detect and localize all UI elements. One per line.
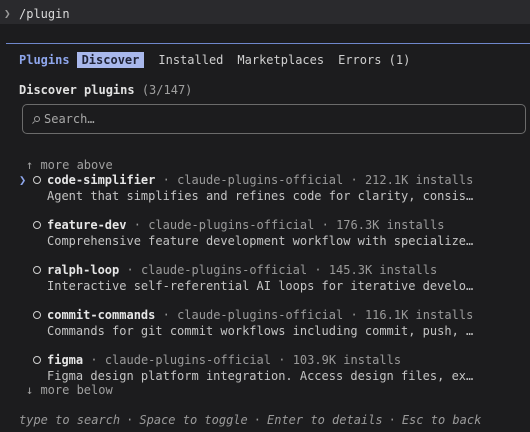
result-count: (3/147)	[141, 83, 193, 97]
plugin-name: figma	[47, 353, 84, 367]
command-bar[interactable]: ❯ /plugin	[0, 0, 530, 24]
plugin-installs: 145.3K installs	[328, 263, 438, 277]
more-below-indicator: ↓ more below	[26, 383, 113, 397]
separator: ·	[162, 308, 170, 322]
separator: ·	[388, 413, 396, 427]
separator: ·	[126, 263, 134, 277]
separator: ·	[162, 173, 170, 187]
section-title: Discover plugins	[19, 83, 135, 97]
hint-toggle: Space to toggle	[139, 413, 248, 427]
plugin-description: Comprehensive feature development workfl…	[47, 234, 475, 248]
hint-search: type to search	[19, 413, 121, 427]
hint-details: Enter to details	[267, 413, 383, 427]
plugin-item[interactable]: ❯ code-simplifier · claude-plugins-offic…	[0, 173, 530, 205]
plugin-name: ralph-loop	[47, 263, 120, 277]
plugin-installs: 212.1K installs	[364, 173, 474, 187]
separator: ·	[133, 218, 141, 232]
plugin-installs: 176.3K installs	[336, 218, 445, 232]
plugin-installs: 116.1K installs	[364, 308, 474, 322]
panel-title: Plugins	[19, 53, 70, 67]
plugin-marketplace: claude-plugins-official	[177, 173, 344, 187]
plugin-marketplace: claude-plugins-official	[177, 308, 344, 322]
tab-installed[interactable]: Installed	[158, 52, 223, 68]
plugin-description: Figma design platform integration. Acces…	[47, 369, 475, 383]
section-heading: Discover plugins (3/147)	[19, 82, 192, 98]
toggle-radio-icon[interactable]	[33, 266, 41, 274]
prompt-chevron-icon: ❯	[4, 7, 11, 20]
keyboard-hints: type to search · Space to toggle · Enter to …	[19, 413, 481, 427]
toggle-radio-icon[interactable]	[33, 311, 41, 319]
separator: ·	[90, 353, 98, 367]
search-placeholder: Search…	[44, 112, 95, 126]
plugin-item[interactable]: feature-dev · claude-plugins-official · …	[0, 218, 530, 250]
plugin-marketplace: claude-plugins-official	[140, 263, 308, 277]
separator: ·	[350, 173, 358, 187]
tab-errors[interactable]: Errors (1)	[338, 52, 410, 68]
plugin-marketplace: claude-plugins-official	[104, 353, 271, 367]
command-text: /plugin	[19, 7, 70, 21]
separator: ·	[126, 413, 134, 427]
toggle-radio-icon[interactable]	[33, 176, 41, 184]
toggle-radio-icon[interactable]	[33, 221, 41, 229]
more-above-indicator: ↑ more above	[26, 158, 113, 172]
plugin-name: feature-dev	[47, 218, 127, 232]
tab-discover[interactable]: Discover	[76, 52, 145, 68]
separator: ·	[278, 353, 286, 367]
plugin-item[interactable]: ralph-loop · claude-plugins-official · 1…	[0, 263, 530, 295]
plugin-description: Agent that simplifies and refines code f…	[47, 189, 475, 203]
toggle-radio-icon[interactable]	[33, 356, 41, 364]
plugin-name: code-simplifier	[47, 173, 156, 187]
plugin-name: commit-commands	[47, 308, 156, 322]
plugin-description: Commands for git commit workflows includ…	[47, 324, 475, 338]
plugin-item[interactable]: figma · claude-plugins-official · 103.9K…	[0, 353, 530, 385]
separator: ·	[350, 308, 358, 322]
separator: ·	[314, 263, 322, 277]
search-icon	[32, 115, 40, 124]
plugin-description: Interactive self-referential AI loops fo…	[47, 279, 475, 293]
plugin-installs: 103.9K installs	[292, 353, 402, 367]
panel-divider	[6, 43, 530, 44]
hint-back: Esc to back	[401, 413, 482, 427]
tab-bar: Plugins Discover Installed Marketplaces …	[19, 52, 424, 68]
separator: ·	[321, 218, 329, 232]
plugin-marketplace: claude-plugins-official	[148, 218, 315, 232]
terminal-window: ❯ /plugin Plugins Discover Installed Mar…	[0, 0, 530, 432]
separator: ·	[253, 413, 261, 427]
selection-pointer-icon: ❯	[19, 173, 27, 187]
plugin-item[interactable]: commit-commands · claude-plugins-officia…	[0, 308, 530, 340]
tab-marketplaces[interactable]: Marketplaces	[237, 52, 324, 68]
search-input[interactable]: Search…	[22, 104, 526, 134]
